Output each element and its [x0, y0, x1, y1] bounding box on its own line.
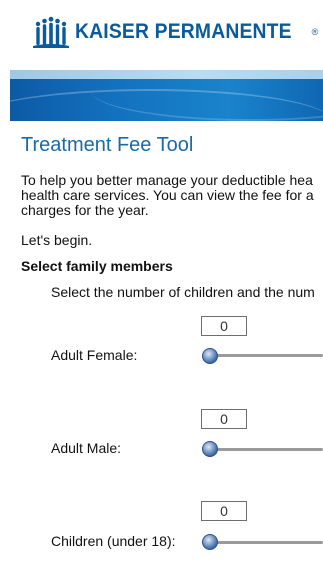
adult-female-label: Adult Female:	[51, 347, 138, 363]
children-label: Children (under 18):	[51, 533, 176, 549]
kp-logo[interactable]: KAISER PERMANENTE ®	[33, 14, 318, 50]
member-adult-female: 0 Adult Female:	[0, 316, 323, 376]
member-adult-male: 0 Adult Male:	[0, 409, 323, 469]
adult-female-slider-thumb[interactable]	[202, 348, 218, 364]
banner	[10, 79, 323, 121]
logo-text: KAISER PERMANENTE	[75, 20, 292, 43]
children-slider-thumb[interactable]	[202, 534, 218, 550]
children-count[interactable]: 0	[201, 501, 247, 521]
intro-text: To help you better manage your deductibl…	[21, 173, 323, 218]
page-title: Treatment Fee Tool	[21, 134, 194, 156]
intro-line: charges for the year.	[21, 202, 149, 218]
banner-top-strip	[10, 70, 323, 79]
section-description: Select the number of children and the nu…	[51, 284, 315, 300]
section-title: Select family members	[21, 258, 173, 274]
intro-line: health care services. You can view the f…	[21, 187, 314, 203]
adult-male-label: Adult Male:	[51, 440, 122, 456]
adult-male-count[interactable]: 0	[201, 409, 247, 429]
lets-begin-text: Let's begin.	[21, 232, 93, 248]
kp-logo-icon	[33, 16, 69, 48]
member-children: 0 Children (under 18):	[0, 501, 323, 561]
intro-line: To help you better manage your deductibl…	[21, 173, 313, 188]
adult-female-slider-track[interactable]	[210, 354, 323, 357]
adult-female-count[interactable]: 0	[201, 316, 247, 336]
registered-mark: ®	[311, 27, 319, 37]
page: KAISER PERMANENTE ® Treatment Fee Tool T…	[0, 0, 323, 570]
adult-male-slider-thumb[interactable]	[202, 441, 218, 457]
children-slider-track[interactable]	[210, 541, 323, 544]
adult-male-slider-track[interactable]	[210, 448, 323, 451]
